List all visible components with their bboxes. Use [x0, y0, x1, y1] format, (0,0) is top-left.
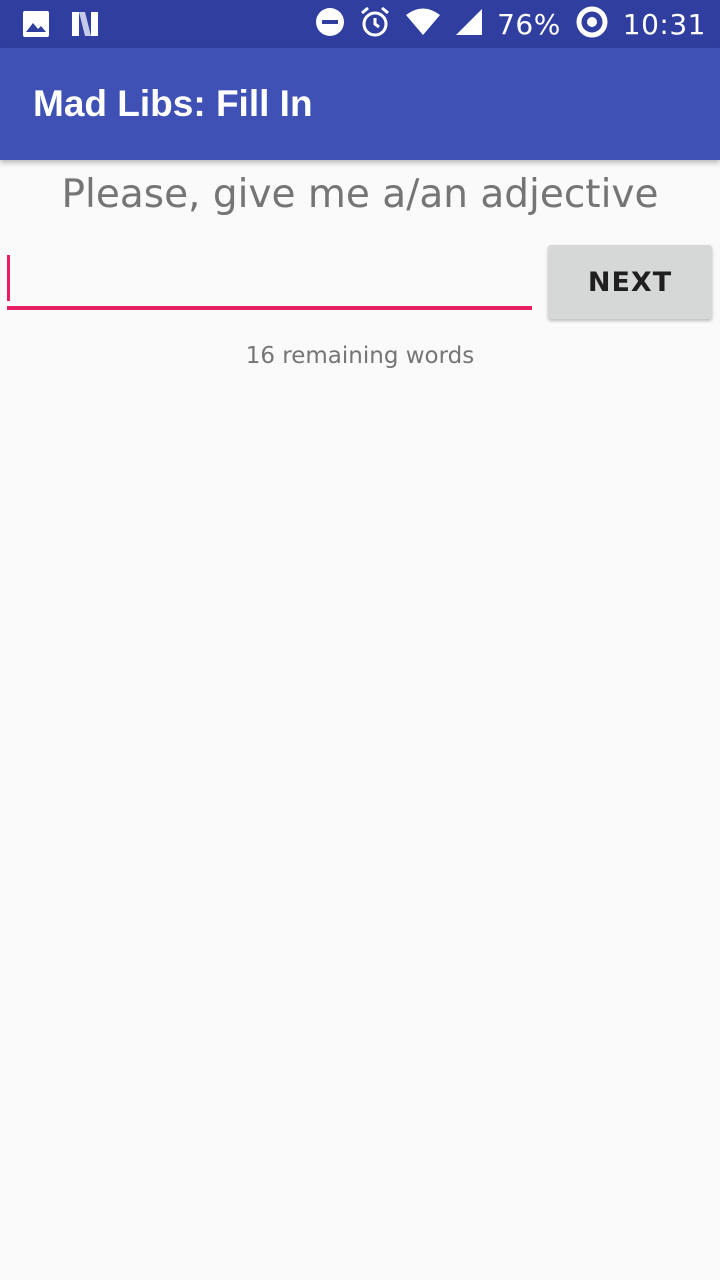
image-icon	[22, 10, 50, 42]
remaining-words-count: 16 remaining words	[245, 343, 475, 369]
do-not-disturb-icon	[315, 7, 345, 41]
next-button[interactable]: NEXT	[548, 245, 712, 319]
word-input-container[interactable]	[7, 247, 532, 311]
battery-percent: 76%	[497, 7, 561, 41]
n-logo-icon	[70, 10, 100, 42]
status-bar: 76% 10:31	[0, 0, 720, 48]
signal-icon	[455, 8, 483, 40]
text-cursor	[7, 255, 10, 301]
clock: 10:31	[622, 7, 706, 41]
app-bar: Mad Libs: Fill In	[0, 48, 720, 160]
wifi-icon	[405, 8, 441, 40]
input-underline	[7, 306, 532, 310]
alarm-icon	[359, 6, 391, 42]
page-title: Mad Libs: Fill In	[33, 83, 313, 124]
word-input[interactable]	[7, 247, 532, 305]
word-prompt: Please, give me a/an adjective	[61, 172, 659, 217]
battery-ring-icon	[575, 5, 609, 43]
